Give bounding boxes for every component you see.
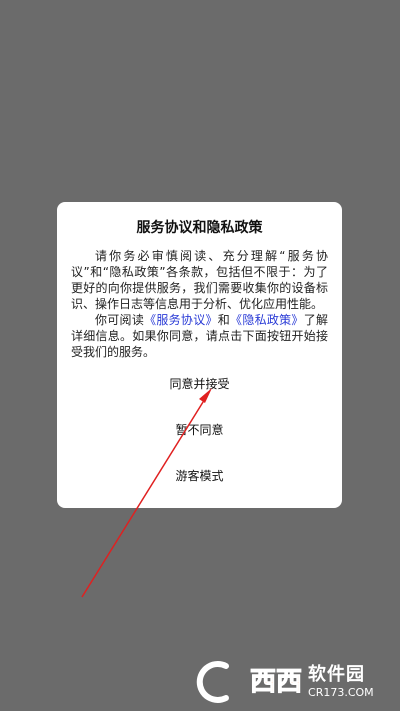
watermark-logo-icon [196, 660, 244, 704]
watermark-logo-text: 西西 [249, 667, 303, 698]
guest-mode-button[interactable]: 游客模式 [71, 466, 328, 486]
agree-button[interactable]: 同意并接受 [71, 374, 328, 394]
watermark-name: 软件园 [308, 664, 366, 685]
site-watermark: 西西 软件园 CR173.COM [196, 660, 386, 704]
service-agreement-link[interactable]: 《服务协议》 [144, 313, 218, 327]
watermark-domain: CR173.COM [308, 686, 374, 699]
privacy-policy-link[interactable]: 《隐私政策》 [230, 313, 304, 327]
para2-and: 和 [217, 313, 231, 327]
dialog-paragraph-2: 你可阅读《服务协议》和《隐私政策》了解详细信息。如果你同意，请点击下面按钮开始接… [71, 312, 328, 360]
disagree-button[interactable]: 暂不同意 [71, 420, 328, 440]
watermark-text-group: 软件园 CR173.COM [308, 664, 374, 699]
dialog-title: 服务协议和隐私政策 [136, 220, 263, 236]
privacy-dialog: 服务协议和隐私政策 请你务必审慎阅读、充分理解“服务协议”和“隐私政策”各条款，… [57, 202, 342, 508]
para2-prefix: 你可阅读 [95, 313, 145, 327]
dialog-paragraph-1: 请你务必审慎阅读、充分理解“服务协议”和“隐私政策”各条款，包括但不限于：为了更… [71, 249, 328, 311]
dialog-actions: 同意并接受 暂不同意 游客模式 [71, 374, 328, 486]
